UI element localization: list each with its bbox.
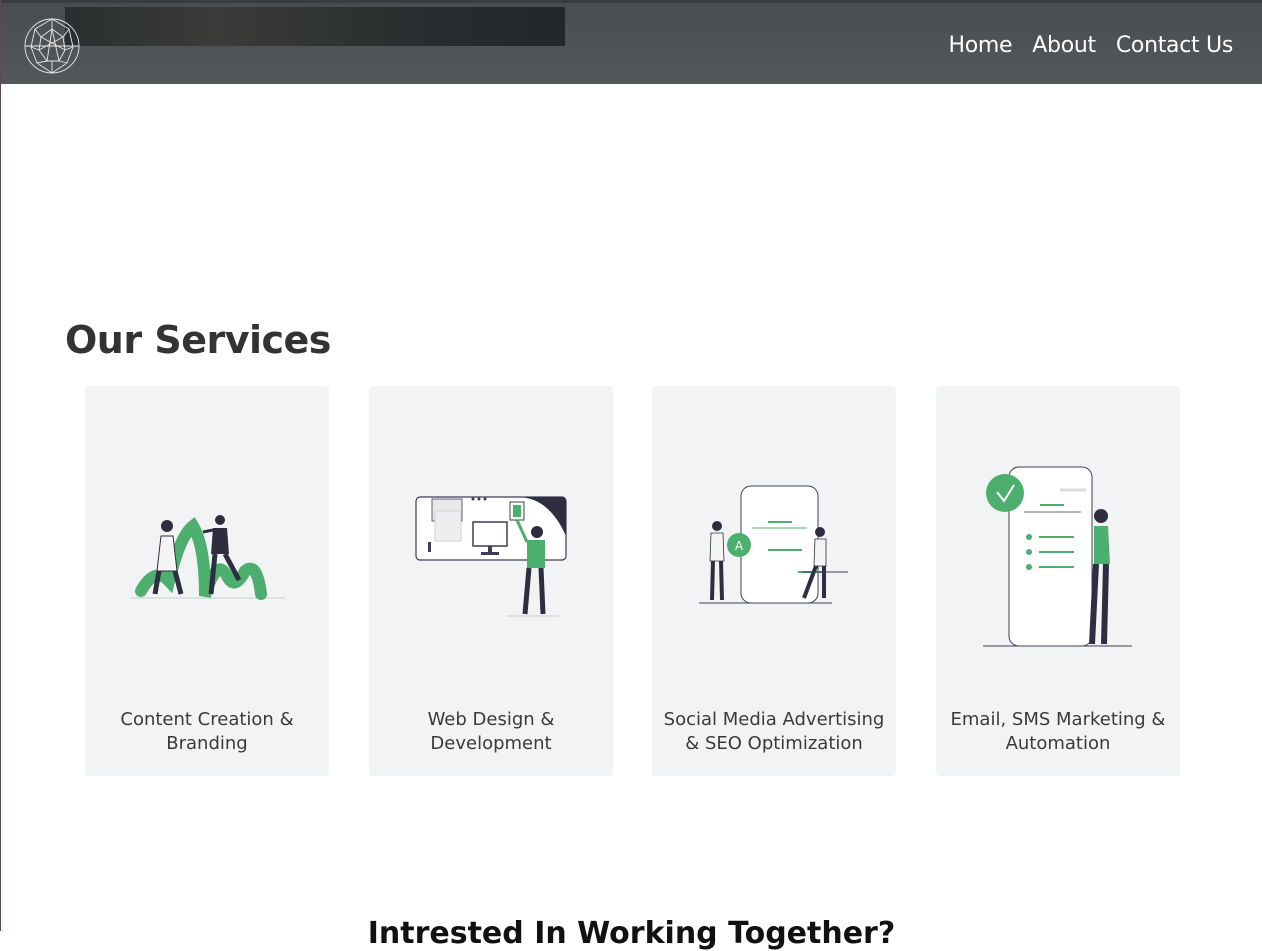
service-card-email-sms[interactable]: Email, SMS Marketing & Automation bbox=[936, 386, 1180, 776]
service-card-web-design[interactable]: Web Design & Development bbox=[369, 386, 613, 776]
nav-about-link[interactable]: About bbox=[1032, 33, 1096, 58]
social-media-phone-illustration: A bbox=[699, 485, 848, 604]
service-card-content-creation[interactable]: Content Creation & Branding bbox=[85, 386, 329, 776]
service-card-label: Email, SMS Marketing & Automation bbox=[950, 709, 1166, 754]
nav-home-link[interactable]: Home bbox=[949, 33, 1013, 58]
services-heading: Our Services bbox=[65, 318, 331, 362]
hero-image-strip bbox=[65, 7, 565, 46]
service-card-label: Content Creation & Branding bbox=[120, 709, 294, 754]
geodesic-sphere-icon[interactable] bbox=[23, 17, 81, 75]
service-card-label: Web Design & Development bbox=[427, 709, 555, 754]
svg-text:A: A bbox=[735, 539, 744, 553]
top-navigation-bar: Home About Contact Us bbox=[1, 0, 1262, 84]
web-design-illustration bbox=[415, 496, 567, 617]
cta-heading: Intrested In Working Together? bbox=[367, 916, 896, 951]
checklist-phone-illustration bbox=[983, 466, 1132, 647]
nav-contact-link[interactable]: Contact Us bbox=[1116, 33, 1233, 58]
service-card-social-media[interactable]: A Social Media Advertising & SEO Optimiz… bbox=[652, 386, 896, 776]
service-card-label: Social Media Advertising & SEO Optimizat… bbox=[663, 709, 885, 754]
creative-people-illustration bbox=[130, 515, 285, 600]
main-nav: Home About Contact Us bbox=[949, 33, 1234, 58]
